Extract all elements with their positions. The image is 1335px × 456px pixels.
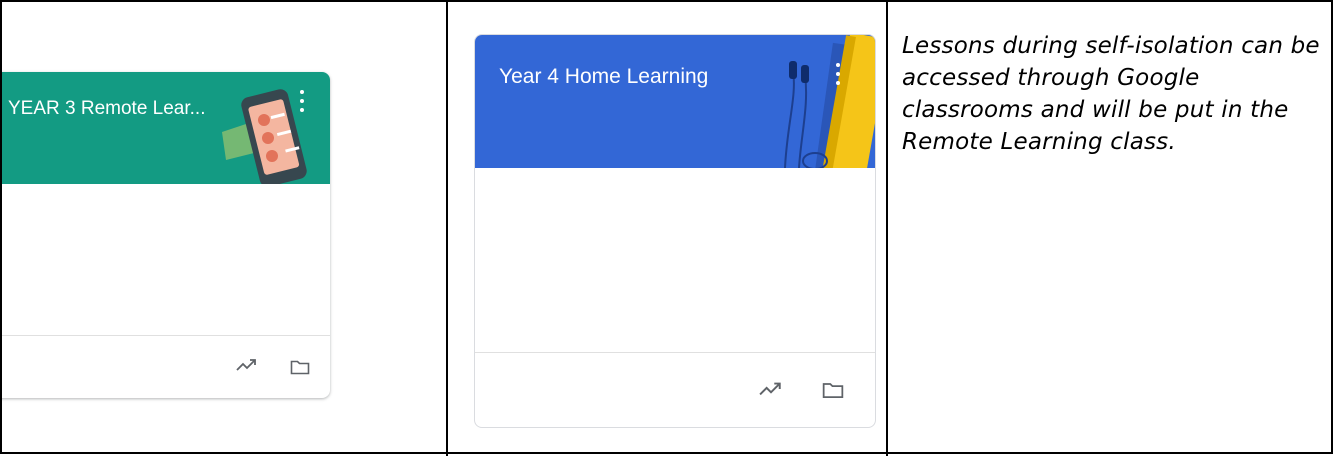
- folder-icon[interactable]: [290, 359, 310, 375]
- trending-up-icon[interactable]: [236, 357, 258, 373]
- table-cell-year4: Year 4 Home Learning: [448, 2, 886, 454]
- trending-up-icon[interactable]: [759, 380, 783, 398]
- card-header[interactable]: Year 4 Home Learning: [475, 35, 875, 168]
- phone-illustration-icon: [222, 89, 307, 184]
- class-title[interactable]: YEAR 3 Remote Lear...: [8, 98, 218, 120]
- class-card-year3[interactable]: YEAR 3 Remote Lear...: [2, 72, 330, 398]
- table-cell-note: Lessons during self-isolation can be acc…: [888, 2, 1331, 454]
- books-illustration-icon: [784, 35, 875, 168]
- card-header[interactable]: YEAR 3 Remote Lear...: [2, 72, 330, 184]
- folder-icon[interactable]: [822, 381, 844, 399]
- table-cell-year3: YEAR 3 Remote Lear...: [2, 2, 446, 454]
- card-footer: [2, 335, 330, 398]
- class-card-year4[interactable]: Year 4 Home Learning: [474, 34, 876, 428]
- more-vert-icon[interactable]: [299, 90, 305, 112]
- card-footer: [475, 352, 875, 427]
- instructions-text: Lessons during self-isolation can be acc…: [902, 33, 1320, 155]
- class-title[interactable]: Year 4 Home Learning: [499, 65, 789, 89]
- more-vert-icon[interactable]: [835, 63, 841, 85]
